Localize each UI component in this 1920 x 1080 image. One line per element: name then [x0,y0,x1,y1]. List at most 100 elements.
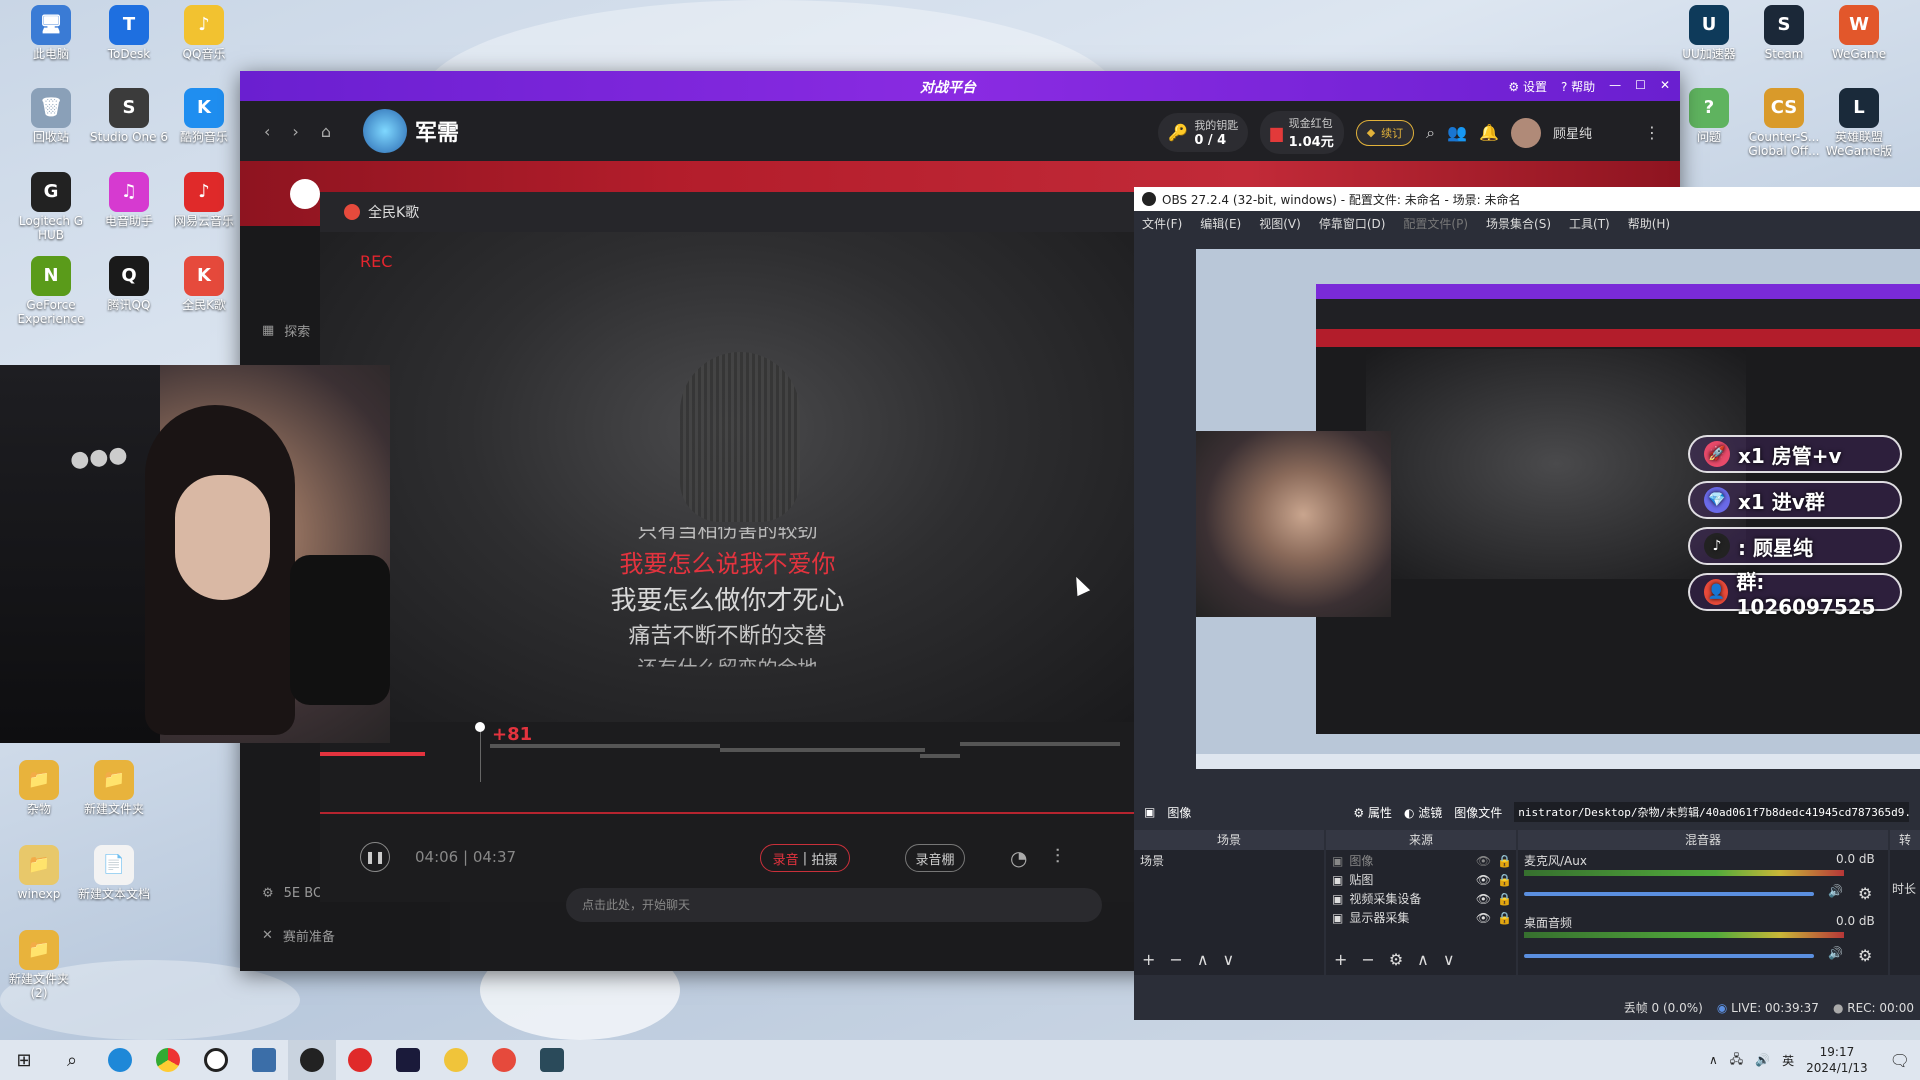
taskbar-5e[interactable] [384,1040,432,1080]
friends-icon[interactable]: 👥 [1447,123,1467,142]
chat-input[interactable]: 点击此处，开始聊天 [566,888,1102,922]
obs-menu-item[interactable]: 文件(F) [1142,215,1182,232]
minimize-icon[interactable]: — [1609,78,1621,95]
source-item[interactable]: ▣ 图像 👁 🔒 [1332,852,1512,869]
taskbar-owl[interactable] [432,1040,480,1080]
help-button[interactable]: ? 帮助 [1561,78,1595,95]
taskbar-game[interactable] [528,1040,576,1080]
pause-button[interactable]: ❚❚ [360,842,390,872]
desktop-icon[interactable]: 🗑 回收站 [12,88,90,145]
source-item[interactable]: ▣ 显示器采集 👁 🔒 [1332,909,1512,926]
record-label[interactable]: 录音 [773,849,799,868]
shoot-label[interactable]: 拍摄 [811,849,837,868]
taskbar-app[interactable] [192,1040,240,1080]
volume-slider[interactable] [1524,954,1814,958]
network-icon[interactable]: 🖧 [1730,1050,1743,1071]
scene-item[interactable]: 场景 [1140,852,1164,869]
taskbar-chrome[interactable] [144,1040,192,1080]
back-icon[interactable]: ‹ [264,122,270,141]
desktop-icon[interactable]: W WeGame [1820,5,1898,62]
remove-icon[interactable]: − [1361,950,1374,969]
taskbar-explorer[interactable] [240,1040,288,1080]
filters-button[interactable]: ◐ 滤镜 [1404,804,1442,821]
desktop-icon[interactable]: ♪ QQ音乐 [165,5,243,62]
studio-button[interactable]: 录音棚 [905,844,965,872]
obs-menu-item[interactable]: 工具(T) [1569,215,1610,232]
speed-icon[interactable]: ◔ [1010,846,1027,870]
obs-menu-item[interactable]: 编辑(E) [1200,215,1241,232]
close-icon[interactable]: ✕ [1660,78,1670,95]
eye-icon[interactable]: 👁 [1476,892,1491,906]
volume-icon[interactable]: 🔊 [1755,1053,1770,1067]
clock[interactable]: 19:17 2024/1/13 [1806,1044,1868,1076]
record-shoot-toggle[interactable]: 录音 | 拍摄 [760,844,850,872]
desktop-icon[interactable]: 📁 新建文件夹 (2) [0,930,78,1001]
desktop-icon[interactable]: 📁 新建文件夹 [75,760,153,817]
eye-icon[interactable]: 👁 [1476,911,1491,925]
my-keys[interactable]: 🔑 我的钥匙 0 / 4 [1158,113,1249,152]
source-item[interactable]: ▣ 贴图 👁 🔒 [1332,871,1512,888]
volume-slider[interactable] [1524,892,1814,896]
bell-icon[interactable]: 🔔 [1479,123,1499,142]
chevron-up-icon[interactable]: ∧ [1709,1053,1718,1067]
start-button[interactable]: ⊞ [0,1040,48,1080]
desktop-icon[interactable]: G Logitech G HUB [12,172,90,243]
lock-icon[interactable]: 🔒 [1497,892,1512,906]
add-icon[interactable]: + [1334,950,1347,969]
sidebar-item-prematch[interactable]: ✕ 赛前准备 [262,926,335,945]
ime-indicator[interactable]: 英 [1782,1052,1794,1069]
gear-icon[interactable]: ⚙ [1389,950,1403,969]
obs-menu-item[interactable]: 帮助(H) [1628,215,1670,232]
red-packet[interactable]: ▆ 现金红包 1.04元 [1260,111,1344,154]
obs-menu-item[interactable]: 场景集合(S) [1486,215,1551,232]
sidebar-item-explore[interactable]: ▦ 探索 [262,321,310,340]
renew-button[interactable]: ◆ 续订 [1355,119,1415,146]
desktop-icon[interactable]: T ToDesk [90,5,168,62]
desktop-icon[interactable]: K 酷狗音乐 [165,88,243,145]
lock-icon[interactable]: 🔒 [1497,911,1512,925]
desktop-icon[interactable]: ♪ 网易云音乐 [165,172,243,229]
game-badge[interactable]: 军需 [362,109,459,153]
desktop-icon[interactable]: K 全民K歌 [165,256,243,313]
eye-icon[interactable]: 👁 [1476,854,1491,868]
speaker-icon[interactable]: 🔊 [1828,946,1843,960]
obs-menu-item[interactable]: 视图(V) [1259,215,1301,232]
properties-button[interactable]: ⚙ 属性 [1353,804,1392,821]
maximize-icon[interactable]: ☐ [1635,78,1646,95]
move-up-icon[interactable]: ∧ [1417,950,1429,969]
obs-menu-item[interactable]: 配置文件(P) [1403,215,1468,232]
move-down-icon[interactable]: ∨ [1223,950,1235,969]
desktop-icon[interactable]: U UU加速器 [1670,5,1748,62]
forward-icon[interactable]: › [292,122,298,141]
taskbar-karaoke[interactable] [480,1040,528,1080]
source-item[interactable]: ▣ 视频采集设备 👁 🔒 [1332,890,1512,907]
desktop-icon[interactable]: 📁 杂物 [0,760,78,817]
username[interactable]: 顾星纯 [1553,123,1592,142]
gear-icon[interactable]: ⚙ [1858,884,1872,903]
move-up-icon[interactable]: ∧ [1197,950,1209,969]
notification-icon[interactable]: 🗨 [1890,1051,1910,1070]
equalizer-icon[interactable]: ⫶ [1055,844,1060,868]
lock-icon[interactable]: 🔒 [1497,854,1512,868]
desktop-icon[interactable]: Q 腾讯QQ [90,256,168,313]
remove-icon[interactable]: − [1169,950,1182,969]
desktop-icon[interactable]: L 英雄联盟 WeGame版 [1820,88,1898,159]
home-icon[interactable]: ⌂ [321,122,331,141]
add-icon[interactable]: + [1142,950,1155,969]
desktop-icon[interactable]: S Steam [1745,5,1823,62]
search-icon[interactable]: ⌕ [1426,123,1435,143]
desktop-icon[interactable]: ? 问题 [1670,88,1748,145]
desktop-icon[interactable]: 📁 winexp [0,845,78,902]
obs-menu-item[interactable]: 停靠窗口(D) [1319,215,1386,232]
desktop-icon[interactable]: CS Counter-S... Global Off... [1745,88,1823,159]
taskbar-edge[interactable] [96,1040,144,1080]
speaker-icon[interactable]: 🔊 [1828,884,1843,898]
desktop-icon[interactable]: S Studio One 6 [90,88,168,145]
avatar[interactable] [1510,117,1541,148]
desktop-icon[interactable]: 📄 新建文本文档 [75,845,153,902]
search-button[interactable]: ⌕ [48,1040,96,1080]
desktop-icon[interactable]: N GeForce Experience [12,256,90,327]
image-path-field[interactable]: nistrator/Desktop/杂物/未剪辑/40ad061f7b8dedc… [1514,802,1910,822]
taskbar-obs[interactable] [288,1040,336,1080]
more-icon[interactable]: ⋮ [1644,123,1660,142]
